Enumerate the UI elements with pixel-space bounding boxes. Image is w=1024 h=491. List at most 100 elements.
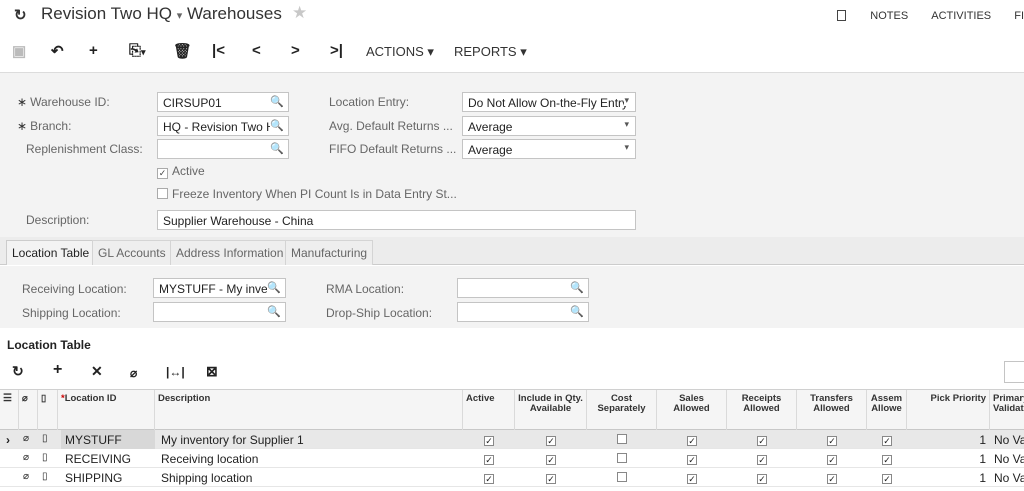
active-checkbox[interactable]: ✓ xyxy=(463,430,515,449)
description-cell[interactable]: My inventory for Supplier 1 xyxy=(157,430,463,449)
table-row[interactable]: ⌀ ▯ SHIPPING Shipping location ✓ ✓ ✓ ✓ ✓… xyxy=(0,468,1024,487)
replenishment-class-input[interactable]: 🔍 xyxy=(157,139,289,159)
search-icon[interactable]: 🔍 xyxy=(570,305,584,318)
transfers-allowed-checkbox[interactable]: ✓ xyxy=(797,468,867,487)
chevron-down-icon[interactable]: ▾ xyxy=(177,10,183,22)
location-id-header[interactable]: *Location ID xyxy=(58,390,155,430)
location-id-cell[interactable]: SHIPPING xyxy=(61,468,155,487)
tab-address-information[interactable]: Address Information xyxy=(170,240,290,265)
favorite-star-icon[interactable]: ★ xyxy=(292,3,307,23)
note-icon[interactable]: ▯ xyxy=(38,449,58,468)
copy-paste-icon[interactable]: ⎘▾ xyxy=(129,42,146,59)
shipping-location-input[interactable]: 🔍 xyxy=(153,302,286,322)
refresh-icon[interactable]: ↻ xyxy=(14,6,27,24)
search-icon[interactable]: 🔍 xyxy=(270,119,284,132)
include-qty-checkbox[interactable]: ✓ xyxy=(515,449,587,468)
primary-validation-cell[interactable]: No Va xyxy=(990,449,1024,468)
location-id-cell[interactable]: RECEIVING xyxy=(61,449,155,468)
receipts-allowed-header[interactable]: Receipts Allowed xyxy=(727,390,797,430)
company-name[interactable]: Revision Two HQ xyxy=(41,4,172,23)
cost-separately-checkbox[interactable] xyxy=(587,449,657,468)
tab-gl-accounts[interactable]: GL Accounts xyxy=(92,240,172,265)
assembly-allowed-checkbox[interactable]: ✓ xyxy=(867,449,907,468)
grid-add-row-icon[interactable]: + xyxy=(53,361,62,379)
primary-validation-header[interactable]: Primary Validati xyxy=(990,390,1024,430)
cost-separately-checkbox[interactable] xyxy=(587,468,657,487)
include-qty-available-header[interactable]: Include in Qty. Available xyxy=(515,390,587,430)
rma-location-input[interactable]: 🔍 xyxy=(457,278,589,298)
activities-link[interactable]: ACTIVITIES xyxy=(931,10,991,22)
include-qty-checkbox[interactable]: ✓ xyxy=(515,430,587,449)
note-icon[interactable]: ▯ xyxy=(38,468,58,487)
attachment-icon[interactable]: ⌀ xyxy=(19,430,38,449)
description-input[interactable]: Supplier Warehouse - China xyxy=(157,210,636,230)
next-record-icon[interactable]: > xyxy=(291,42,300,59)
location-id-cell[interactable]: MYSTUFF xyxy=(61,430,155,449)
receipts-allowed-checkbox[interactable]: ✓ xyxy=(727,449,797,468)
active-checkbox[interactable]: ✓ xyxy=(463,468,515,487)
dropdown-arrow-icon[interactable]: ▾ xyxy=(624,95,629,106)
receipts-allowed-checkbox[interactable]: ✓ xyxy=(727,430,797,449)
description-cell[interactable]: Shipping location xyxy=(157,468,463,487)
transfers-allowed-checkbox[interactable]: ✓ xyxy=(797,430,867,449)
search-icon[interactable]: 🔍 xyxy=(270,142,284,155)
grid-delete-row-icon[interactable]: ✕ xyxy=(91,363,103,380)
transfers-allowed-header[interactable]: Transfers Allowed xyxy=(797,390,867,430)
search-icon[interactable]: 🔍 xyxy=(270,95,284,108)
assembly-allowed-checkbox[interactable]: ✓ xyxy=(867,430,907,449)
pick-priority-header[interactable]: Pick Priority xyxy=(907,390,990,430)
avg-default-returns-select[interactable]: Average ▾ xyxy=(462,116,636,136)
search-icon[interactable]: 🔍 xyxy=(267,281,281,294)
actions-menu[interactable]: ACTIONS ▾ xyxy=(366,44,434,60)
sales-allowed-header[interactable]: Sales Allowed xyxy=(657,390,727,430)
branch-input[interactable]: HQ - Revision Two H 🔍 xyxy=(157,116,289,136)
first-record-icon[interactable]: |< xyxy=(212,42,225,59)
dropdown-arrow-icon[interactable]: ▾ xyxy=(624,142,629,153)
last-record-icon[interactable]: >| xyxy=(330,42,343,59)
note-icon[interactable]: ▯ xyxy=(38,430,58,449)
pick-priority-cell[interactable]: 1 xyxy=(907,430,990,449)
row-selector-header-icon[interactable]: ☰ xyxy=(0,390,19,430)
sales-allowed-checkbox[interactable]: ✓ xyxy=(657,468,727,487)
description-header[interactable]: Description xyxy=(155,390,463,430)
assembly-allowed-header[interactable]: Assem Allowe xyxy=(867,390,907,430)
search-icon[interactable]: 🔍 xyxy=(267,305,281,318)
search-icon[interactable]: 🔍 xyxy=(570,281,584,294)
export-excel-icon[interactable]: ⊠ xyxy=(206,363,218,380)
sales-allowed-checkbox[interactable]: ✓ xyxy=(657,430,727,449)
grid-filter-input[interactable] xyxy=(1004,361,1024,383)
active-header[interactable]: Active xyxy=(463,390,515,430)
active-checkbox[interactable]: ✓ Active xyxy=(157,164,205,179)
save-icon[interactable]: ▣ xyxy=(12,42,26,60)
drop-ship-location-input[interactable]: 🔍 xyxy=(457,302,589,322)
reports-menu[interactable]: REPORTS ▾ xyxy=(454,44,527,60)
files-link[interactable]: FI xyxy=(1014,10,1024,22)
fifo-default-returns-select[interactable]: Average ▾ xyxy=(462,139,636,159)
warehouse-id-input[interactable]: CIRSUP01 🔍 xyxy=(157,92,289,112)
delete-icon[interactable]: 🗑 xyxy=(173,42,192,60)
location-entry-select[interactable]: Do Not Allow On-the-Fly Entry ▾ xyxy=(462,92,636,112)
add-icon[interactable]: + xyxy=(89,42,98,59)
assembly-allowed-checkbox[interactable]: ✓ xyxy=(867,468,907,487)
attachment-icon[interactable]: ⌀ xyxy=(19,449,38,468)
previous-record-icon[interactable]: < xyxy=(252,42,261,59)
active-checkbox[interactable]: ✓ xyxy=(463,449,515,468)
tab-location-table[interactable]: Location Table xyxy=(6,240,96,265)
table-row[interactable]: ⌀ ▯ RECEIVING Receiving location ✓ ✓ ✓ ✓… xyxy=(0,449,1024,468)
description-cell[interactable]: Receiving location xyxy=(157,449,463,468)
transfers-allowed-checkbox[interactable]: ✓ xyxy=(797,449,867,468)
receiving-location-input[interactable]: MYSTUFF - My inve 🔍 xyxy=(153,278,286,298)
receipts-allowed-checkbox[interactable]: ✓ xyxy=(727,468,797,487)
pick-priority-cell[interactable]: 1 xyxy=(907,449,990,468)
grid-refresh-icon[interactable]: ↻ xyxy=(12,363,24,380)
dropdown-arrow-icon[interactable]: ▾ xyxy=(624,119,629,130)
primary-validation-cell[interactable]: No Va xyxy=(990,430,1024,449)
cost-separately-header[interactable]: Cost Separately xyxy=(587,390,657,430)
sales-allowed-checkbox[interactable]: ✓ xyxy=(657,449,727,468)
include-qty-checkbox[interactable]: ✓ xyxy=(515,468,587,487)
pick-priority-cell[interactable]: 1 xyxy=(907,468,990,487)
attachment-icon[interactable]: ⌀ xyxy=(19,468,38,487)
cost-separately-checkbox[interactable] xyxy=(587,430,657,449)
notes-link[interactable]: NOTES xyxy=(817,10,908,22)
undo-icon[interactable]: ↶ xyxy=(51,42,64,60)
